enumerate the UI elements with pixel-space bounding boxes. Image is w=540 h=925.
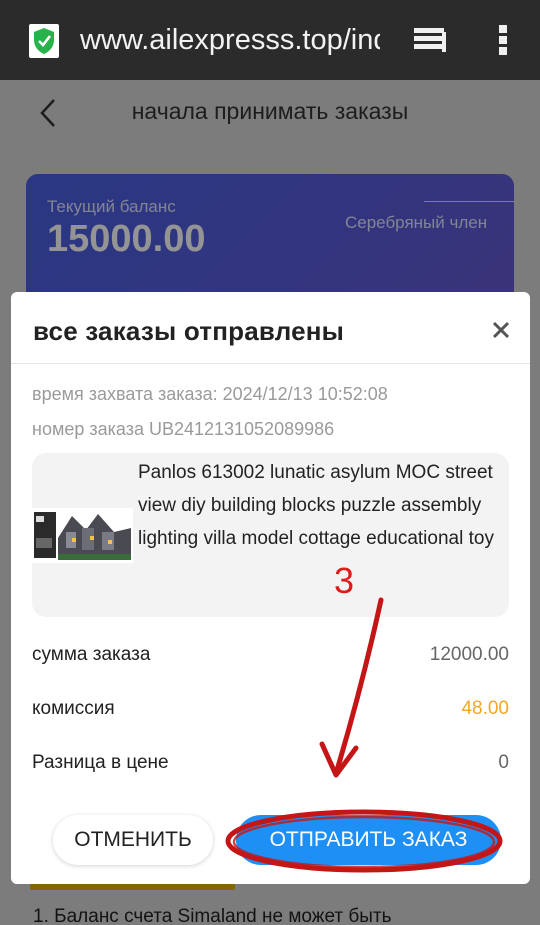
- price-difference-value: 0: [498, 752, 509, 773]
- submit-order-button[interactable]: ОТПРАВИТЬ ЗАКАЗ: [236, 815, 501, 865]
- commission-value: 48.00: [461, 698, 509, 719]
- order-number: номер заказа UB2412131052089986: [32, 419, 335, 439]
- close-icon[interactable]: [489, 318, 513, 342]
- browser-toolbar: www.ailexpresss.top/inde: [0, 0, 540, 80]
- menu-icon[interactable]: [496, 22, 510, 58]
- product-card: Panlos 613002 lunatic asylum MOC street …: [32, 453, 509, 617]
- grab-time: время захвата заказа: 2024/12/13 10:52:0…: [32, 384, 388, 404]
- address-bar[interactable]: www.ailexpresss.top/inde: [80, 24, 380, 57]
- tabs-icon[interactable]: [412, 26, 448, 56]
- order-amount-value: 12000.00: [429, 644, 509, 665]
- product-image: [32, 508, 133, 563]
- order-dialog: все заказы отправлены время захвата зака…: [11, 292, 530, 884]
- product-title: Panlos 613002 lunatic asylum MOC street …: [138, 462, 494, 549]
- shield-icon[interactable]: [29, 24, 59, 58]
- dialog-title: все заказы отправлены: [33, 316, 345, 346]
- annotation-step-number: 3: [334, 560, 355, 601]
- price-difference-label: Разница в цене: [32, 752, 169, 773]
- commission-label: комиссия: [32, 698, 115, 719]
- dialog-divider: [11, 363, 530, 364]
- order-amount-label: сумма заказа: [32, 644, 151, 665]
- cancel-button[interactable]: ОТМЕНИТЬ: [53, 815, 213, 865]
